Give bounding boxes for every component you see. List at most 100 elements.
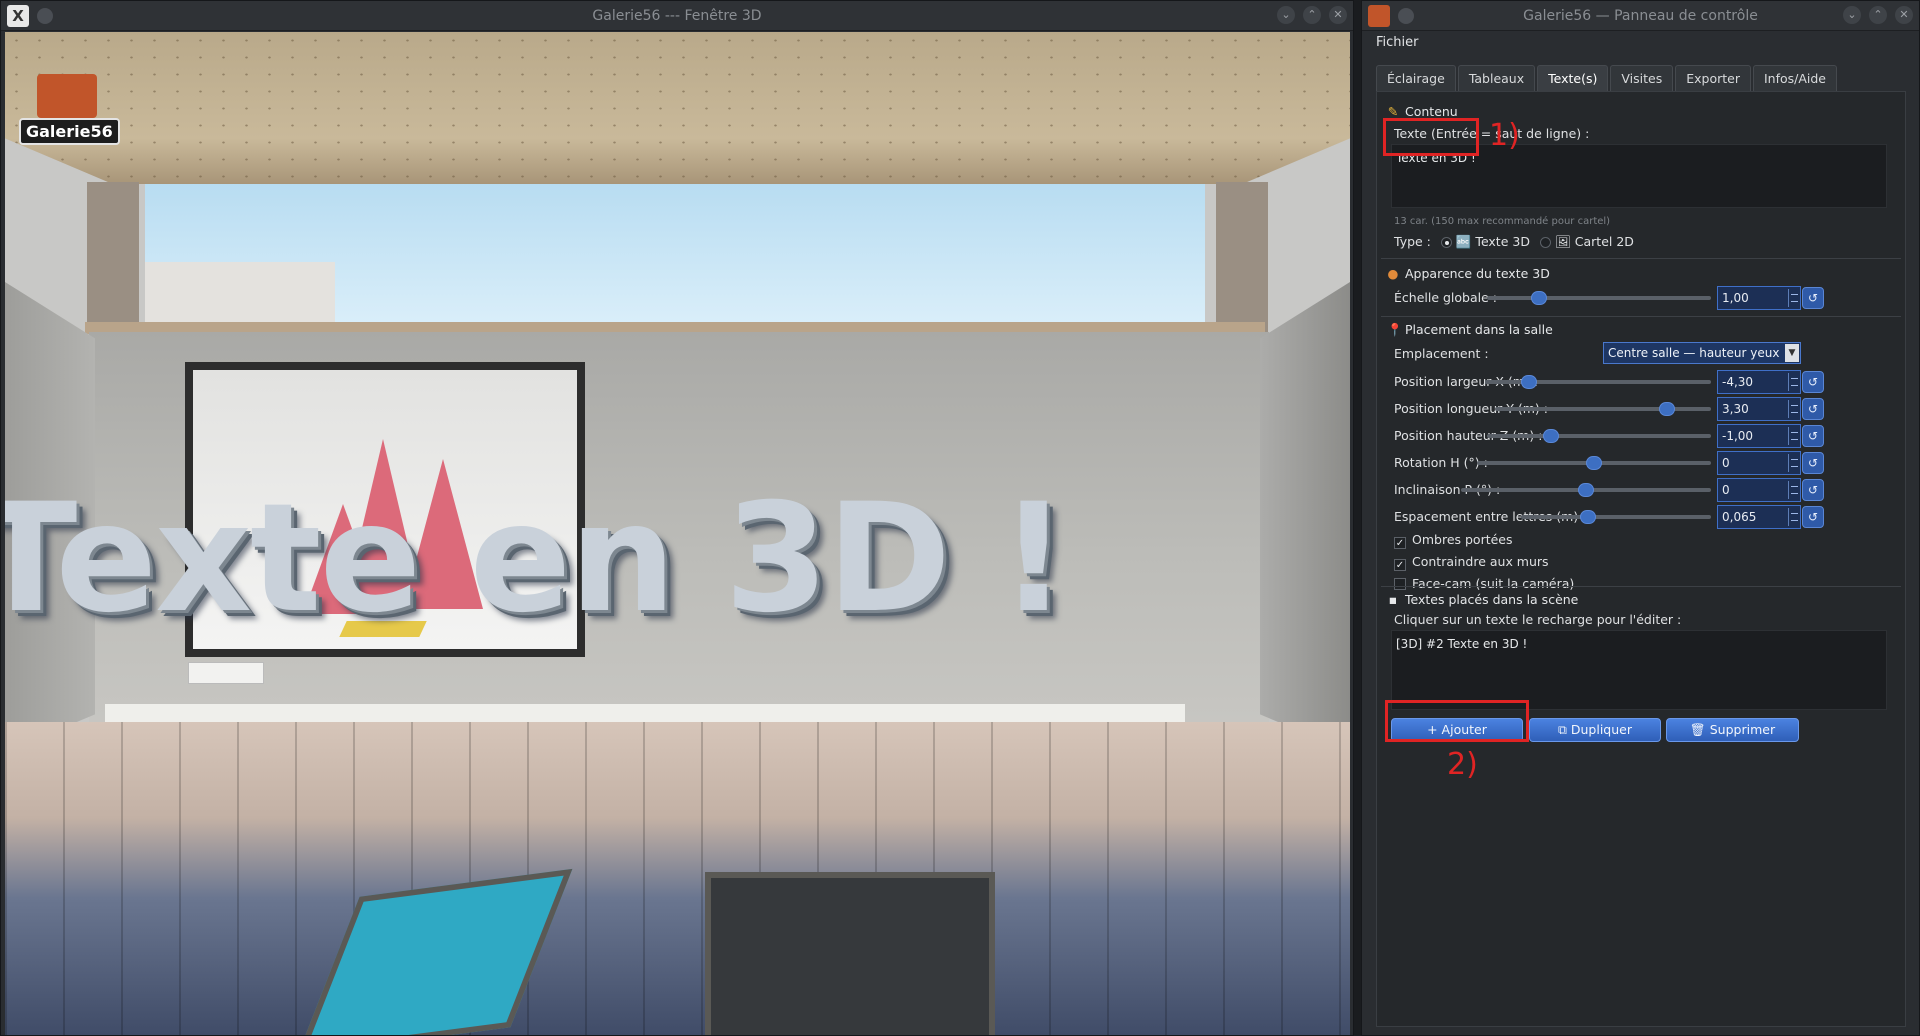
section-apparence: ● Apparence du texte 3D xyxy=(1387,266,1550,281)
placement-slider[interactable] xyxy=(1461,483,1711,497)
galerie56-logo: Galerie56 xyxy=(15,74,120,146)
section-title: Placement dans la salle xyxy=(1405,322,1553,337)
section-contenu: ✎ Contenu xyxy=(1387,104,1458,119)
window-title: Galerie56 --- Fenêtre 3D xyxy=(592,7,762,24)
galerie56-app-icon xyxy=(1368,4,1390,27)
scene-3d-text[interactable]: Texte en 3D ! xyxy=(5,484,1068,634)
section-title: Textes placés dans la scène xyxy=(1405,592,1579,607)
pin-location-icon: 📍 xyxy=(1387,322,1403,337)
divider xyxy=(1381,258,1901,259)
checkbox[interactable]: ✓ xyxy=(1394,537,1406,549)
checkbox-label: Ombres portées xyxy=(1412,532,1513,547)
logo-text: Galerie56 xyxy=(19,118,120,145)
pin-icon[interactable] xyxy=(1398,7,1414,24)
annotation-label-1: 1) xyxy=(1489,118,1520,153)
reset-icon[interactable]: ↺ xyxy=(1802,452,1824,474)
placement-slider[interactable] xyxy=(1495,402,1711,416)
section-textes-places: ▪ Textes placés dans la scène xyxy=(1387,592,1579,607)
placement-spinbox[interactable]: 0 xyxy=(1717,451,1801,475)
checkbox[interactable] xyxy=(1394,578,1406,590)
radio-cartel-2d[interactable] xyxy=(1539,237,1551,248)
chair-right xyxy=(705,872,995,1035)
slider-knob[interactable] xyxy=(1578,483,1594,497)
ceiling xyxy=(5,32,1350,184)
placement-value: 3,30 xyxy=(1722,402,1749,416)
scene-viewport[interactable]: Texte en 3D ! Galerie56 xyxy=(5,32,1350,1035)
char-count: 13 car. (150 max recommandé pour cartel) xyxy=(1394,216,1611,227)
tab-tableaux[interactable]: Tableaux xyxy=(1457,65,1536,91)
placement-value: 0 xyxy=(1722,456,1730,470)
tab-textes[interactable]: Texte(s) xyxy=(1537,65,1609,91)
painting-label-card xyxy=(188,662,264,684)
checkbox[interactable]: ✓ xyxy=(1394,559,1406,571)
slider-knob[interactable] xyxy=(1659,402,1675,416)
reset-icon[interactable]: ↺ xyxy=(1802,398,1824,420)
radio-texte-3d-label[interactable]: 🔤 Texte 3D xyxy=(1456,234,1530,249)
chevron-down-icon[interactable]: ▼ xyxy=(1785,344,1799,362)
window-3d: X Galerie56 --- Fenêtre 3D ⌄ ⌃ ✕ Texte e… xyxy=(0,0,1354,1036)
checkbox-row[interactable]: Face-cam (suit la caméra) xyxy=(1394,576,1574,591)
close-icon[interactable]: ✕ xyxy=(1895,6,1913,24)
radio-cartel-2d-label[interactable]: 🖼 Cartel 2D xyxy=(1555,234,1634,249)
delete-button[interactable]: 🗑 Supprimer xyxy=(1666,718,1799,742)
slider-knob[interactable] xyxy=(1543,429,1560,443)
scale-spinbox[interactable]: 1,00 xyxy=(1717,286,1801,310)
placement-value: 0,065 xyxy=(1722,510,1757,524)
reset-icon[interactable]: ↺ xyxy=(1802,506,1824,528)
titlebar-panel[interactable]: Galerie56 — Panneau de contrôle ⌄ ⌃ ✕ xyxy=(1362,1,1919,31)
annotation-box-1 xyxy=(1383,118,1479,156)
maximize-icon[interactable]: ⌃ xyxy=(1303,6,1321,24)
type-label: Type : xyxy=(1394,234,1431,249)
tab-infos-aide[interactable]: Infos/Aide xyxy=(1752,65,1837,91)
placed-texts-list[interactable]: [3D] #2 Texte en 3D ! xyxy=(1391,630,1887,710)
slider-knob[interactable] xyxy=(1520,375,1537,389)
reset-icon[interactable]: ↺ xyxy=(1802,479,1824,501)
placement-value: -4,30 xyxy=(1722,375,1754,389)
menubar: Fichier xyxy=(1362,31,1919,55)
placement-spinbox[interactable]: -4,30 xyxy=(1717,370,1801,394)
close-icon[interactable]: ✕ xyxy=(1329,6,1347,24)
slider-knob[interactable] xyxy=(1586,456,1602,470)
reset-icon[interactable]: ↺ xyxy=(1802,371,1824,393)
tab-bar: Éclairage Tableaux Texte(s) Visites Expo… xyxy=(1376,65,1837,91)
section-placement: 📍 Placement dans la salle xyxy=(1387,322,1553,338)
type-row: Type : 🔤 Texte 3D 🖼 Cartel 2D xyxy=(1394,234,1634,250)
radio-texte-3d[interactable] xyxy=(1440,237,1452,248)
placement-slider[interactable] xyxy=(1485,375,1711,389)
placement-slider[interactable] xyxy=(1521,510,1711,524)
scale-slider[interactable] xyxy=(1487,291,1711,305)
reset-icon[interactable]: ↺ xyxy=(1802,425,1824,447)
annotation-label-2: 2) xyxy=(1447,747,1478,782)
pencil-icon: ✎ xyxy=(1387,104,1399,119)
scale-label: Échelle globale : xyxy=(1394,290,1497,305)
checkbox-row[interactable]: ✓ Contraindre aux murs xyxy=(1394,554,1549,571)
slider-knob[interactable] xyxy=(1530,291,1547,305)
titlebar-3d[interactable]: X Galerie56 --- Fenêtre 3D ⌄ ⌃ ✕ xyxy=(1,1,1353,31)
placement-spinbox[interactable]: 0,065 xyxy=(1717,505,1801,529)
placement-spinbox[interactable]: 3,30 xyxy=(1717,397,1801,421)
placement-spinbox[interactable]: -1,00 xyxy=(1717,424,1801,448)
tab-visites[interactable]: Visites xyxy=(1610,65,1674,91)
maximize-icon[interactable]: ⌃ xyxy=(1869,6,1887,24)
annotation-box-2 xyxy=(1385,700,1529,742)
minimize-icon[interactable]: ⌄ xyxy=(1277,6,1295,24)
placement-value: 0 xyxy=(1722,483,1730,497)
tab-exporter[interactable]: Exporter xyxy=(1675,65,1751,91)
minimize-icon[interactable]: ⌄ xyxy=(1843,6,1861,24)
menu-file[interactable]: Fichier xyxy=(1376,35,1419,50)
pin-icon[interactable] xyxy=(37,7,53,24)
location-select[interactable]: Centre salle — hauteur yeux ▼ xyxy=(1603,342,1801,364)
reset-icon[interactable]: ↺ xyxy=(1802,287,1824,309)
right-wall xyxy=(1260,282,1350,752)
list-item[interactable]: [3D] #2 Texte en 3D ! xyxy=(1396,637,1882,651)
duplicate-button[interactable]: ⧉ Dupliquer xyxy=(1529,718,1661,742)
slider-knob[interactable] xyxy=(1580,510,1597,524)
placement-slider[interactable] xyxy=(1477,456,1711,470)
placement-spinbox[interactable]: 0 xyxy=(1717,478,1801,502)
scale-value: 1,00 xyxy=(1722,291,1749,305)
tab-eclairage[interactable]: Éclairage xyxy=(1376,65,1456,91)
checkbox-row[interactable]: ✓ Ombres portées xyxy=(1394,532,1513,549)
section-title: Apparence du texte 3D xyxy=(1405,266,1550,281)
placement-slider[interactable] xyxy=(1487,429,1711,443)
pillar-right xyxy=(1216,182,1268,332)
